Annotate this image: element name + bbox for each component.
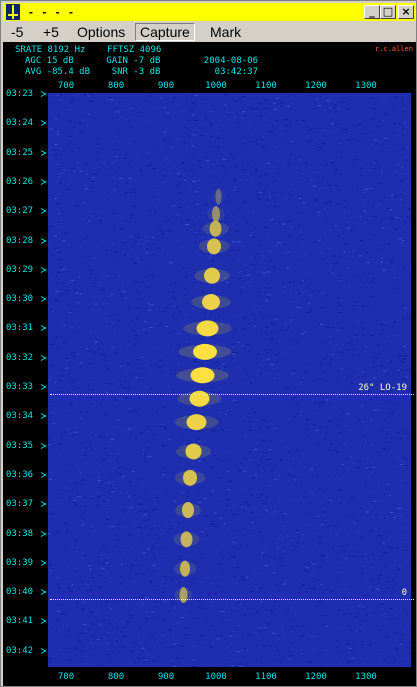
spectrogram-display: SRATE 8192 Hz FFTSZ 4096 AGC 15 dB GAIN … [3, 42, 416, 686]
menu-options[interactable]: Options [73, 23, 129, 41]
signal-burst [183, 469, 197, 486]
freq-label-top-1300: 1300 [355, 81, 377, 91]
time-label-0326: 03:26 [6, 176, 34, 187]
author-credit: r.c.allen [375, 45, 413, 53]
freq-label-bottom-1000: 1000 [205, 672, 227, 682]
noise-speckle [48, 93, 411, 667]
freq-label-top-1000: 1000 [205, 81, 227, 91]
time-label-0336: 03:36 [6, 469, 34, 480]
time-label-0334: 03:34 [6, 411, 34, 422]
time-tick [41, 208, 47, 214]
minimize-icon: _ [369, 5, 375, 18]
info-line-3: AVG -85.4 dB SNR -3 dB 03:42:37 [25, 67, 258, 77]
menu-capture[interactable]: Capture [135, 23, 195, 41]
signal-burst [202, 294, 220, 311]
signal-burst [215, 188, 222, 205]
signal-burst [207, 238, 221, 255]
time-label-0333: 03:33 [6, 382, 34, 392]
time-label-0335: 03:35 [6, 440, 34, 451]
signal-burst [209, 220, 222, 237]
time-label-0327: 03:27 [6, 206, 34, 217]
time-label-0330: 03:30 [6, 294, 34, 305]
marker-line [50, 394, 414, 395]
signal-burst [193, 343, 217, 360]
app-window: - - - - _ □ × -5 +5 Options Capture Mark… [0, 0, 417, 687]
time-tick [41, 150, 47, 156]
time-tick [41, 443, 47, 449]
time-tick [41, 267, 47, 273]
waterfall-plot[interactable] [48, 93, 411, 667]
freq-label-bottom-1300: 1300 [355, 672, 377, 682]
time-label-0341: 03:41 [6, 616, 34, 627]
app-icon[interactable] [6, 4, 20, 20]
minimize-button[interactable]: _ [364, 5, 380, 19]
signal-trace [173, 188, 232, 604]
time-label-0338: 03:38 [6, 528, 34, 539]
freq-label-bottom-700: 700 [57, 672, 75, 682]
time-label-0331: 03:31 [6, 323, 34, 334]
time-tick [41, 618, 47, 624]
time-tick [41, 325, 47, 331]
time-label-0328: 03:28 [6, 235, 34, 246]
signal-burst [180, 531, 193, 548]
waterfall-canvas [48, 93, 411, 667]
signal-burst [186, 414, 207, 431]
signal-burst [204, 267, 220, 284]
signal-burst [185, 443, 202, 460]
freq-label-top-800: 800 [107, 81, 125, 91]
time-label-0340: 03:40 [6, 587, 34, 598]
freq-label-bottom-800: 800 [107, 672, 125, 682]
close-button[interactable]: × [398, 5, 414, 19]
window-title: - - - - [29, 5, 76, 19]
info-line-2: AGC 15 dB GAIN -7 dB 2004-08-06 [25, 56, 258, 66]
time-label-0323: 03:23 [6, 89, 34, 99]
menu-plus-5[interactable]: +5 [39, 23, 63, 41]
signal-burst [182, 502, 194, 519]
signal-burst [212, 206, 220, 223]
time-tick [41, 648, 47, 654]
time-tick [41, 91, 47, 97]
marker-label: 0 [401, 588, 407, 599]
close-icon: × [401, 5, 411, 18]
time-tick [41, 355, 47, 361]
menu-bar: -5 +5 Options Capture Mark [3, 22, 416, 42]
time-label-0342: 03:42 [6, 645, 34, 656]
freq-label-bottom-900: 900 [157, 672, 175, 682]
freq-label-bottom-1200: 1200 [305, 672, 327, 682]
signal-burst [179, 587, 188, 604]
time-label-0339: 03:39 [6, 557, 34, 568]
time-label-0324: 03:24 [6, 118, 34, 129]
freq-label-top-700: 700 [57, 81, 75, 91]
time-label-0325: 03:25 [6, 147, 34, 158]
time-tick [41, 120, 47, 126]
title-bar[interactable]: - - - - _ □ × [3, 3, 416, 21]
marker-line [50, 599, 414, 601]
info-line-1: SRATE 8192 Hz FFTSZ 4096 [15, 45, 162, 55]
marker-label: 26° LO-19 [358, 383, 407, 393]
signal-burst [196, 320, 219, 337]
time-tick [41, 238, 47, 244]
time-tick [41, 179, 47, 185]
time-tick [41, 560, 47, 566]
time-tick [41, 384, 47, 390]
maximize-icon: □ [382, 5, 394, 18]
menu-mark[interactable]: Mark [206, 23, 245, 41]
maximize-button[interactable]: □ [380, 5, 396, 19]
time-label-0332: 03:32 [6, 352, 34, 363]
signal-burst [180, 560, 190, 577]
time-tick [41, 589, 47, 595]
time-tick [41, 501, 47, 507]
signal-burst [190, 367, 215, 384]
time-tick [41, 296, 47, 302]
time-tick [41, 472, 47, 478]
freq-label-top-1200: 1200 [305, 81, 327, 91]
time-tick [41, 413, 47, 419]
freq-label-bottom-1100: 1100 [255, 672, 277, 682]
freq-label-top-1100: 1100 [255, 81, 277, 91]
time-tick [41, 531, 47, 537]
time-label-0329: 03:29 [6, 264, 34, 275]
freq-label-top-900: 900 [157, 81, 175, 91]
menu-minus-5[interactable]: -5 [7, 23, 27, 41]
time-label-0337: 03:37 [6, 499, 34, 510]
